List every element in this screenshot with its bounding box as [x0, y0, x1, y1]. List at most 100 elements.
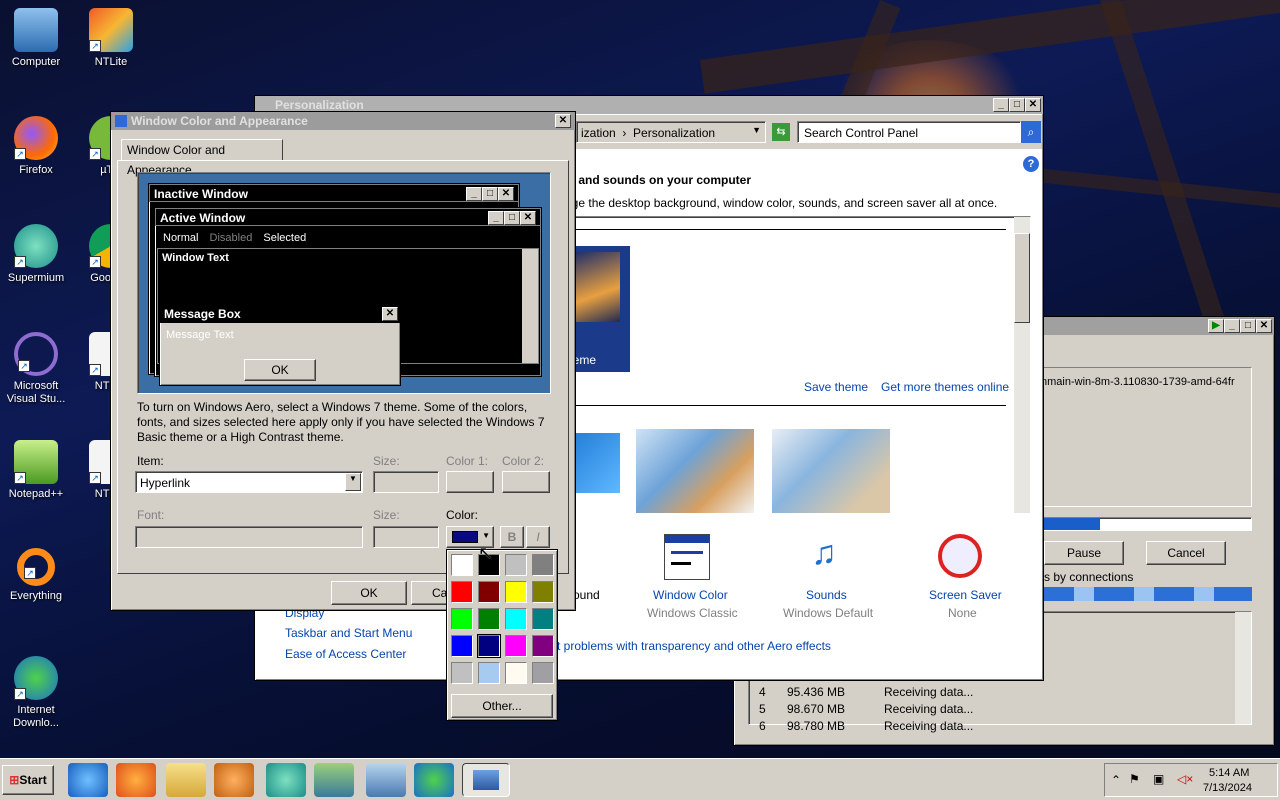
- close-button[interactable]: ✕: [1256, 319, 1272, 333]
- cancel-button[interactable]: Ca: [411, 581, 451, 605]
- minimize-icon: _: [466, 187, 482, 201]
- other-color-button[interactable]: Other...: [451, 694, 553, 718]
- color-swatch[interactable]: [451, 635, 473, 657]
- clock-time[interactable]: 5:14 AM: [1209, 767, 1249, 779]
- screen-saver-link[interactable]: Screen Saver: [929, 588, 1002, 602]
- explorer-icon[interactable]: [166, 763, 206, 797]
- color-swatch[interactable]: [532, 581, 554, 603]
- sounds-sub: Windows Default: [783, 606, 874, 620]
- system-tray: ⌃ ⚑ ▣ ◁× 5:14 AM 7/13/2024: [1104, 763, 1278, 797]
- color-swatch[interactable]: [451, 554, 473, 576]
- supermium-icon[interactable]: [266, 763, 306, 797]
- theme-thumbnail[interactable]: [772, 429, 890, 513]
- ie-icon[interactable]: [68, 763, 108, 797]
- color-swatch[interactable]: [505, 662, 527, 684]
- menu-disabled: Disabled: [209, 232, 253, 244]
- ntlite-icon: ↗: [89, 8, 133, 52]
- chevron-down-icon[interactable]: ▼: [345, 473, 361, 491]
- firefox-icon[interactable]: [116, 763, 156, 797]
- dialog-titlebar: Window Color and Appearance ✕: [111, 112, 575, 130]
- ease-of-access-link[interactable]: Ease of Access Center: [285, 647, 406, 661]
- color-swatch[interactable]: [532, 662, 554, 684]
- color-swatch[interactable]: [532, 554, 554, 576]
- color-swatch[interactable]: [451, 608, 473, 630]
- color-swatch[interactable]: [505, 581, 527, 603]
- desktop-icon-supermium[interactable]: ↗ Supermium: [0, 224, 72, 285]
- tab-window-color-appearance[interactable]: Window Color and Appearance: [121, 139, 283, 177]
- preview-ok-button: OK: [244, 359, 316, 381]
- more-themes-link[interactable]: Get more themes online: [881, 380, 1009, 394]
- search-input[interactable]: Search Control Panel: [797, 121, 1021, 143]
- color-swatch[interactable]: [451, 581, 473, 603]
- maximize-icon: □: [482, 187, 498, 201]
- color-swatch[interactable]: [505, 554, 527, 576]
- control-panel-icon[interactable]: [366, 763, 406, 797]
- screen-saver-icon[interactable]: [938, 534, 982, 578]
- desktop-icon-notepadpp[interactable]: ↗ Notepad++: [0, 440, 72, 501]
- color-swatch[interactable]: [505, 608, 527, 630]
- sounds-icon[interactable]: ♫: [801, 534, 847, 580]
- start-button[interactable]: ⊞Start: [2, 765, 54, 795]
- sounds-link[interactable]: Sounds: [806, 588, 847, 602]
- desktop-icon-computer[interactable]: Computer: [0, 8, 72, 69]
- preview-message-text: Message Text: [166, 329, 234, 341]
- visual-studio-icon: ↗: [14, 332, 58, 376]
- close-button[interactable]: ✕: [1025, 98, 1041, 112]
- media-player-icon[interactable]: [214, 763, 254, 797]
- color-swatch[interactable]: [451, 662, 473, 684]
- help-icon[interactable]: ?: [1023, 156, 1039, 172]
- address-bar[interactable]: ization › Personalization ▼: [576, 121, 766, 143]
- minimize-button[interactable]: _: [1224, 319, 1240, 333]
- volume-muted-icon[interactable]: ◁×: [1177, 772, 1193, 786]
- item-select[interactable]: Hyperlink ▼: [135, 471, 363, 493]
- window-color-link[interactable]: Window Color: [653, 588, 728, 602]
- window-color-icon[interactable]: [664, 534, 710, 580]
- display-icon[interactable]: [462, 763, 510, 797]
- network-icon[interactable]: ▣: [1153, 772, 1164, 786]
- maximize-button[interactable]: □: [1240, 319, 1256, 333]
- page-subheading: nge the desktop background, window color…: [565, 196, 998, 210]
- progress-fill: [1035, 518, 1100, 530]
- theme-thumbnail[interactable]: [636, 429, 754, 513]
- desktop-icon-everything[interactable]: ↗ Everything: [0, 548, 72, 603]
- save-theme-link[interactable]: Save theme: [804, 380, 868, 394]
- window-color-appearance-dialog: Window Color and Appearance ✕ Window Col…: [110, 111, 576, 611]
- firefox-icon: ↗: [14, 116, 58, 160]
- idm-icon[interactable]: [414, 763, 454, 797]
- list-scrollbar[interactable]: [1235, 612, 1251, 724]
- flag-icon[interactable]: ⚑: [1129, 772, 1140, 786]
- desktop-background-label[interactable]: ound: [573, 588, 600, 602]
- clock-date[interactable]: 7/13/2024: [1203, 782, 1252, 794]
- color-swatch[interactable]: [478, 662, 500, 684]
- search-icon[interactable]: ⌕: [1021, 121, 1041, 143]
- desktop-icon-visual-studio[interactable]: ↗ Microsoft Visual Stu...: [0, 332, 72, 406]
- maximize-button[interactable]: □: [1009, 98, 1025, 112]
- color-swatch[interactable]: [478, 608, 500, 630]
- cancel-download-button[interactable]: Cancel: [1146, 541, 1226, 565]
- close-button[interactable]: ✕: [555, 114, 571, 128]
- color-swatch[interactable]: [478, 581, 500, 603]
- aero-troubleshoot-link[interactable]: t problems with transparency and other A…: [557, 639, 831, 653]
- ok-button[interactable]: OK: [331, 581, 407, 605]
- desktop-icon-idm[interactable]: ↗ Internet Downlo...: [0, 656, 72, 730]
- users-icon[interactable]: [314, 763, 354, 797]
- color-swatch[interactable]: [532, 608, 554, 630]
- minimize-button[interactable]: _: [993, 98, 1009, 112]
- color-swatch[interactable]: [505, 635, 527, 657]
- maximize-icon: □: [504, 211, 520, 225]
- minimize-icon: _: [488, 211, 504, 225]
- pause-button[interactable]: Pause: [1044, 541, 1124, 565]
- color-swatch[interactable]: [477, 634, 501, 658]
- divider: [566, 405, 1006, 406]
- refresh-icon[interactable]: ⇆: [772, 123, 790, 141]
- play-icon[interactable]: ▶: [1208, 319, 1224, 333]
- desktop-icon-ntlite[interactable]: ↗ NTLite: [75, 8, 147, 69]
- taskbar-start-menu-link[interactable]: Taskbar and Start Menu: [285, 626, 412, 640]
- theme-list-scrollbar[interactable]: [1014, 217, 1030, 513]
- desktop-icon-firefox[interactable]: ↗ Firefox: [0, 116, 72, 177]
- connections-bar: [1034, 587, 1252, 601]
- chevron-up-icon[interactable]: ⌃: [1111, 773, 1121, 787]
- color1-label: Color 1:: [446, 454, 489, 468]
- color-swatch[interactable]: [532, 635, 554, 657]
- chevron-down-icon[interactable]: ▼: [752, 125, 761, 135]
